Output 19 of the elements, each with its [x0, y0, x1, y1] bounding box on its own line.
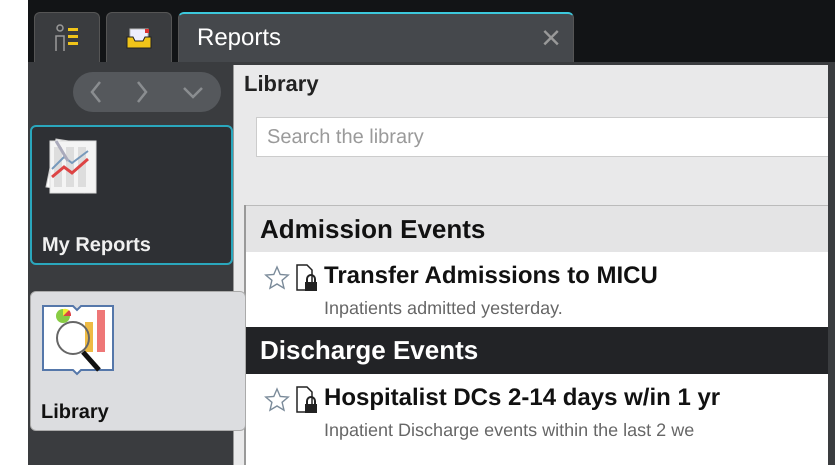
panel-title: Library [243, 70, 320, 98]
person-list-icon [54, 22, 80, 52]
app-tab[interactable] [34, 12, 100, 62]
star-icon[interactable] [264, 387, 290, 413]
report-description: Inpatients admitted yesterday. [324, 298, 564, 319]
reports-tab[interactable]: Reports × [178, 12, 574, 62]
section-header: Admission Events [246, 205, 828, 252]
sidebar-item[interactable]: Library [30, 291, 246, 431]
sidebar-item[interactable]: My Reports [30, 125, 233, 265]
report-description: Inpatient Discharge events within the last 2 we [324, 420, 696, 441]
report-title[interactable]: Hospitalist DCs 2-14 days w/in 1 yr [324, 384, 720, 412]
inbox-tray-icon [126, 26, 152, 48]
report-title[interactable]: Transfer Admissions to MICU [324, 262, 658, 290]
locked-document-icon [296, 386, 318, 414]
star-icon[interactable] [264, 265, 290, 291]
search-field[interactable]: Search the library [256, 117, 828, 157]
locked-document-icon [296, 264, 318, 292]
app-tab[interactable] [106, 12, 172, 62]
section-header: Discharge Events [246, 327, 828, 374]
